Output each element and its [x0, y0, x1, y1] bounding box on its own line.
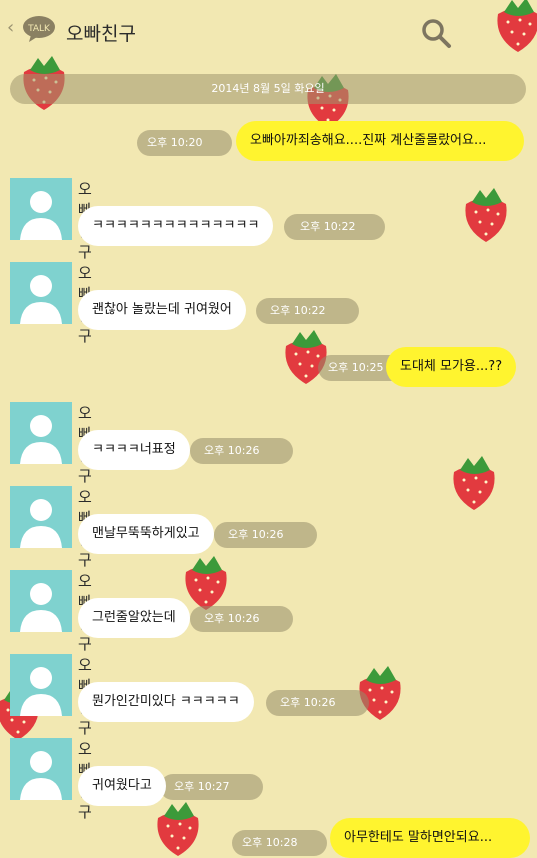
avatar[interactable] [10, 738, 72, 800]
chat-header: ‹ TALK 오빠친구 [0, 0, 537, 62]
message-bubble[interactable]: 괜찮아 놀랐는데 귀여웠어 [78, 290, 246, 330]
avatar[interactable] [10, 262, 72, 324]
message-time: 오후 10:26 [214, 522, 318, 548]
strawberry-decoration [185, 556, 227, 610]
message-bubble[interactable]: 도대체 모가용...?? [386, 347, 517, 387]
talk-logo-icon[interactable]: TALK [22, 15, 56, 43]
message-bubble[interactable]: 맨날무뚝뚝하게있고 [78, 514, 214, 554]
message-bubble[interactable]: 오빠아까죄송해요....진짜 계산줄몰랐어요... [236, 121, 524, 161]
search-icon[interactable] [420, 17, 452, 49]
message-time: 오후 10:22 [256, 298, 360, 324]
message-bubble[interactable]: 그런줄알았는데 [78, 598, 190, 638]
message-time: 오후 10:27 [160, 774, 264, 800]
message-bubble[interactable]: 아무한테도 말하면안되요... [330, 818, 530, 858]
date-divider: 2014년 8월 5일 화요일 [10, 74, 526, 104]
message-bubble[interactable]: 귀여웠다고 [78, 766, 166, 806]
message-time: 오후 10:26 [190, 606, 294, 632]
message-time: 오후 10:26 [266, 690, 370, 716]
message-time: 오후 10:20 [137, 130, 233, 156]
strawberry-decoration [465, 188, 507, 242]
back-arrow-icon[interactable]: ‹ [7, 17, 14, 38]
message-bubble[interactable]: 뭔가인간미있다 ㅋㅋㅋㅋㅋ [78, 682, 254, 722]
avatar[interactable] [10, 654, 72, 716]
strawberry-decoration [157, 802, 199, 856]
message-time: 오후 10:28 [232, 830, 328, 856]
avatar[interactable] [10, 570, 72, 632]
message-time: 오후 10:22 [284, 214, 386, 240]
svg-text:TALK: TALK [27, 24, 51, 34]
avatar[interactable] [10, 178, 72, 240]
message-bubble[interactable]: ㅋㅋㅋㅋㅋㅋㅋㅋㅋㅋㅋㅋㅋㅋ [78, 206, 274, 246]
strawberry-decoration [453, 456, 495, 510]
avatar[interactable] [10, 402, 72, 464]
avatar[interactable] [10, 486, 72, 548]
message-time: 오후 10:26 [190, 438, 294, 464]
message-bubble[interactable]: ㅋㅋㅋㅋ너표정 [78, 430, 190, 470]
chat-title: 오빠친구 [66, 23, 136, 45]
